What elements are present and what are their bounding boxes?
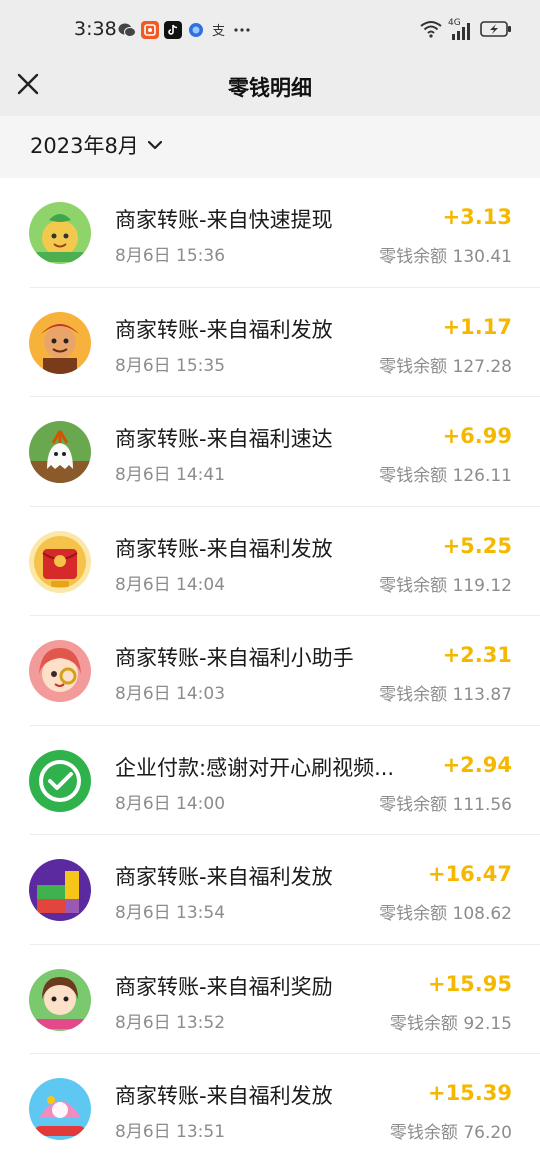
app-icon: [141, 21, 159, 39]
transaction-row[interactable]: 商家转账-来自福利发放 8月6日 13:51 +15.39 零钱余额 76.20: [0, 1054, 540, 1154]
browser-icon: [187, 21, 205, 39]
transaction-title: 商家转账-来自福利奖励: [115, 974, 333, 999]
transaction-balance: 零钱余额 92.15: [389, 1013, 512, 1034]
cartoon-character-avatar: [29, 311, 91, 374]
wechat-icon: [118, 21, 136, 39]
transaction-row[interactable]: 商家转账-来自快速提现 8月6日 15:36 +3.13 零钱余额 130.41: [0, 178, 540, 288]
transaction-amount: +3.13: [442, 205, 512, 229]
transaction-row[interactable]: 商家转账-来自福利发放 8月6日 15:35 +1.17 零钱余额 127.28: [0, 287, 540, 397]
transaction-amount: +15.95: [427, 971, 512, 996]
page-title: 零钱明细: [228, 76, 312, 100]
transaction-balance: 零钱余额 130.41: [379, 247, 512, 267]
transaction-amount: +15.39: [427, 1081, 512, 1105]
transaction-row[interactable]: 商家转账-来自福利发放 8月6日 13:54 +16.47 零钱余额 108.6…: [0, 835, 540, 945]
transaction-amount: +2.94: [442, 752, 512, 777]
status-time: 3:38: [74, 18, 117, 40]
month-selector[interactable]: 2023年8月: [30, 130, 163, 160]
battery-icon: [480, 20, 512, 42]
transaction-balance: 零钱余额 126.11: [379, 466, 512, 486]
transaction-time: 8月6日 13:52: [115, 1012, 226, 1033]
pearl-shell-avatar: [29, 1078, 91, 1140]
transaction-amount: +6.99: [442, 424, 512, 448]
alipay-icon: 支: [210, 21, 228, 39]
transaction-balance: 零钱余额 113.87: [379, 685, 512, 705]
transaction-amount: +16.47: [427, 862, 512, 886]
transaction-time: 8月6日 13:54: [115, 903, 226, 923]
transaction-row[interactable]: 企业付款:感谢对开心刷视频... 8月6日 14:00 +2.94 零钱余额 1…: [0, 725, 540, 835]
tiktok-icon: [164, 21, 182, 39]
transaction-balance: 零钱余额 119.12: [379, 575, 512, 596]
month-filter-bar: 2023年8月: [0, 116, 540, 178]
transaction-amount: +5.25: [442, 533, 512, 558]
girl-flower-avatar: [29, 968, 91, 1031]
transaction-title: 商家转账-来自福利发放: [115, 1084, 333, 1108]
transaction-time: 8月6日 14:00: [115, 793, 226, 814]
transaction-row[interactable]: 商家转账-来自福利小助手 8月6日 14:03 +2.31 零钱余额 113.8…: [0, 616, 540, 726]
red-envelope-avatar: [29, 530, 91, 593]
system-icons: 4G: [420, 18, 512, 42]
transaction-balance: 零钱余额 108.62: [379, 904, 512, 924]
network-type-label: 4G: [448, 18, 461, 28]
wechat-pay-avatar: [29, 749, 91, 812]
transaction-title: 企业付款:感谢对开心刷视频...: [115, 755, 395, 780]
girl-magnifier-avatar: [29, 640, 91, 702]
block-puzzle-avatar: [29, 859, 91, 921]
signal-4g-icon: 4G: [448, 18, 472, 40]
transaction-time: 8月6日 14:03: [115, 684, 226, 704]
transaction-title: 商家转账-来自福利发放: [115, 865, 333, 889]
notification-icons: 支: [118, 21, 251, 39]
transaction-title: 商家转账-来自福利发放: [115, 317, 333, 342]
transaction-row[interactable]: 商家转账-来自福利速达 8月6日 14:41 +6.99 零钱余额 126.11: [0, 397, 540, 507]
svg-text:支: 支: [212, 24, 225, 38]
transaction-time: 8月6日 15:36: [115, 246, 226, 266]
transaction-title: 商家转账-来自快速提现: [115, 208, 333, 232]
transaction-time: 8月6日 15:35: [115, 355, 226, 376]
transaction-title: 商家转账-来自福利速达: [115, 427, 333, 451]
wifi-icon: [420, 20, 442, 42]
transaction-row[interactable]: 商家转账-来自福利发放 8月6日 14:04 +5.25 零钱余额 119.12: [0, 506, 540, 616]
transaction-time: 8月6日 13:51: [115, 1122, 226, 1142]
transaction-list: 商家转账-来自快速提现 8月6日 15:36 +3.13 零钱余额 130.41…: [0, 178, 540, 1154]
transaction-balance: 零钱余额 76.20: [389, 1123, 512, 1143]
transaction-time: 8月6日 14:04: [115, 574, 226, 595]
transaction-amount: +2.31: [442, 643, 512, 667]
status-bar: 3:38 支 4G: [0, 0, 540, 60]
more-icon: [233, 21, 251, 39]
transaction-amount: +1.17: [442, 314, 512, 339]
transaction-title: 商家转账-来自福利发放: [115, 536, 333, 561]
nav-bar: 零钱明细: [0, 60, 540, 116]
transaction-balance: 零钱余额 127.28: [379, 356, 512, 377]
transaction-time: 8月6日 14:41: [115, 465, 226, 485]
transaction-title: 商家转账-来自福利小助手: [115, 646, 354, 670]
radish-ghost-avatar: [29, 421, 91, 483]
transaction-row[interactable]: 商家转账-来自福利奖励 8月6日 13:52 +15.95 零钱余额 92.15: [0, 944, 540, 1054]
cartoon-fruit-avatar: [29, 202, 91, 264]
transaction-balance: 零钱余额 111.56: [379, 794, 512, 815]
chevron-down-icon: [147, 140, 162, 150]
month-label: 2023年8月: [30, 134, 139, 158]
